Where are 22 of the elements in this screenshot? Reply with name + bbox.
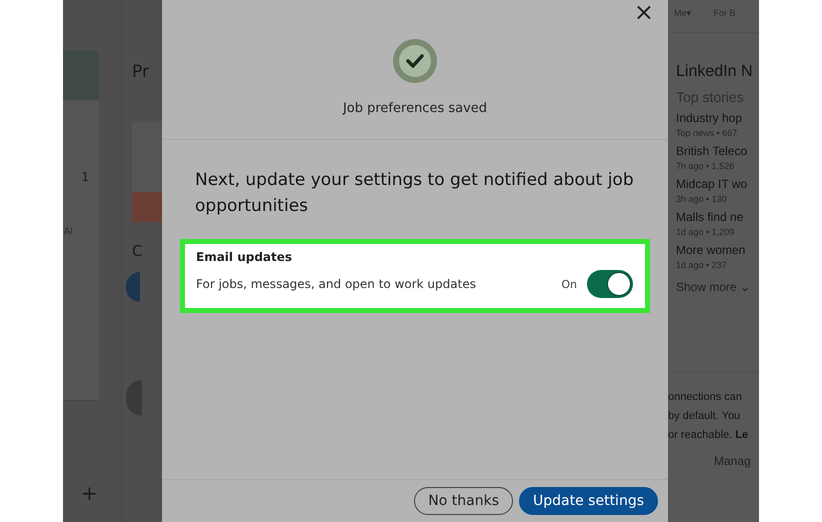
news-title: LinkedIn N [676,63,754,81]
notice-text: by default. You [668,409,742,424]
count-text: 1 [81,170,89,184]
story-headline[interactable]: British Teleco [676,144,759,158]
story-headline[interactable]: Malls find ne [676,210,759,224]
notice-text: or reachable. Le [668,428,750,443]
story-headline[interactable]: More women [676,243,759,257]
modal-heading: Next, update your settings to get notified about job opportunities [195,169,635,218]
status-message: Job preferences saved [342,101,488,116]
primary-button[interactable]: Update settings [519,487,658,515]
notice-text: onnections can [668,390,743,405]
avatar-icon [126,272,140,302]
toggle-state-text: On [561,278,577,290]
add-button[interactable]: + [81,481,95,505]
setting-title: Email updates [196,250,294,264]
story-headline[interactable]: Industry hop [676,111,759,125]
close-button[interactable]: × [634,0,654,24]
story-headline[interactable]: Midcap IT wo [676,177,759,191]
toggle-switch[interactable] [587,270,633,298]
check-circle-icon [392,38,438,84]
setting-description: For jobs, messages, and open to work updates [196,277,477,291]
secondary-button[interactable]: No thanks [414,487,514,515]
